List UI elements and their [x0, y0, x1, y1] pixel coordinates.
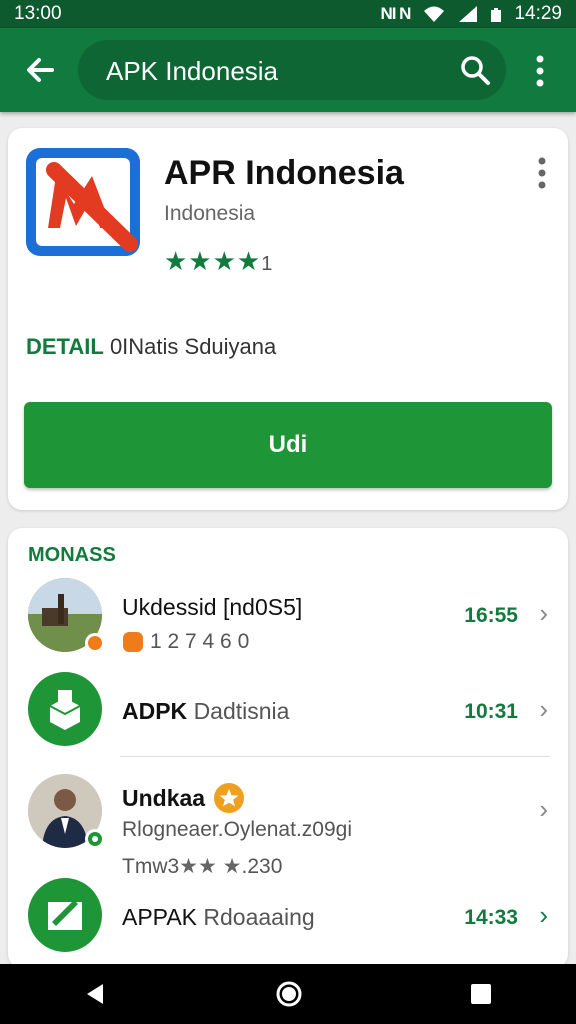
nav-back-icon[interactable] — [83, 981, 109, 1007]
rating-stars: ★★★★1 — [164, 246, 272, 277]
online-badge-icon — [85, 829, 105, 849]
app-card: APR Indonesia Indonesia ★★★★1 DETAIL 0IN… — [8, 128, 568, 510]
status-bar: 13:00 NI N 14:29 — [0, 0, 576, 28]
app-bar: APK Indonesia — [0, 28, 576, 112]
related-apps-card: MONASS Ukdessid [nd0S5] 1 2 7 4 6 0 16:5… — [8, 528, 568, 968]
search-icon[interactable] — [458, 53, 492, 87]
list-item[interactable]: ADPK Dadtisnia 10:31 › — [8, 672, 568, 756]
network-status-icon: NI N — [380, 4, 411, 23]
item-title: Undkaa — [122, 782, 245, 814]
install-button-label: Udi — [268, 431, 308, 458]
search-query[interactable]: APK Indonesia — [106, 56, 278, 87]
install-button[interactable]: Udi — [24, 402, 552, 488]
item-subtitle: Rlogneaer.Oylenat.z09gi — [122, 818, 352, 841]
divider — [120, 756, 550, 757]
chevron-right-icon: › — [539, 598, 548, 628]
nav-home-icon[interactable] — [275, 980, 303, 1008]
item-title: APPAK Rdoaaaing — [122, 904, 315, 930]
item-time: 10:31 — [464, 700, 518, 723]
item-rating: Tmw3★★ ★.230 — [122, 855, 283, 878]
item-subtitle: 1 2 7 4 6 0 — [122, 630, 249, 654]
star-icons: ★★★★ — [164, 246, 262, 276]
app-logo-icon[interactable] — [26, 148, 140, 256]
chevron-right-icon: › — [539, 900, 548, 930]
app-title: APR Indonesia — [164, 154, 404, 192]
status-time: 13:00 — [14, 3, 62, 24]
list-item[interactable]: Ukdessid [nd0S5] 1 2 7 4 6 0 16:55 › — [8, 578, 568, 662]
status-badge-icon — [85, 633, 105, 653]
search-bar[interactable]: APK Indonesia — [78, 40, 506, 100]
list-item[interactable]: Undkaa Rlogneaer.Oylenat.z09gi Tmw3★★ ★.… — [8, 772, 568, 882]
wifi-icon — [424, 6, 445, 22]
item-time: 16:55 — [464, 604, 518, 627]
status-icons: NI N 14:29 — [380, 3, 562, 25]
item-title: Ukdessid [nd0S5] — [122, 594, 303, 620]
package-avatar-icon — [28, 672, 102, 746]
app-detail: DETAIL 0INatis Sduiyana — [26, 334, 276, 360]
app-more-options-icon[interactable] — [532, 156, 552, 190]
chevron-right-icon: › — [539, 794, 548, 824]
section-title: MONASS — [28, 544, 116, 566]
system-nav-bar — [0, 964, 576, 1024]
item-title: ADPK Dadtisnia — [122, 698, 290, 724]
detail-text: 0INatis Sduiyana — [109, 334, 277, 359]
list-item[interactable]: APPAK Rdoaaaing 14:33 › — [8, 878, 568, 958]
battery-icon — [491, 8, 502, 22]
item-time: 14:33 — [464, 906, 518, 929]
star-badge-icon — [214, 783, 245, 813]
app-avatar-icon — [28, 878, 102, 952]
app-developer[interactable]: Indonesia — [164, 202, 255, 226]
nav-recents-icon[interactable] — [469, 982, 493, 1006]
status-clock: 14:29 — [514, 3, 562, 24]
back-arrow-icon[interactable] — [20, 50, 60, 90]
app-badge-icon — [123, 632, 143, 652]
overflow-menu-icon[interactable] — [530, 54, 550, 88]
signal-icon — [459, 6, 478, 22]
rating-count: 1 — [261, 253, 273, 275]
detail-label: DETAIL — [26, 334, 104, 359]
chevron-right-icon: › — [539, 694, 548, 724]
